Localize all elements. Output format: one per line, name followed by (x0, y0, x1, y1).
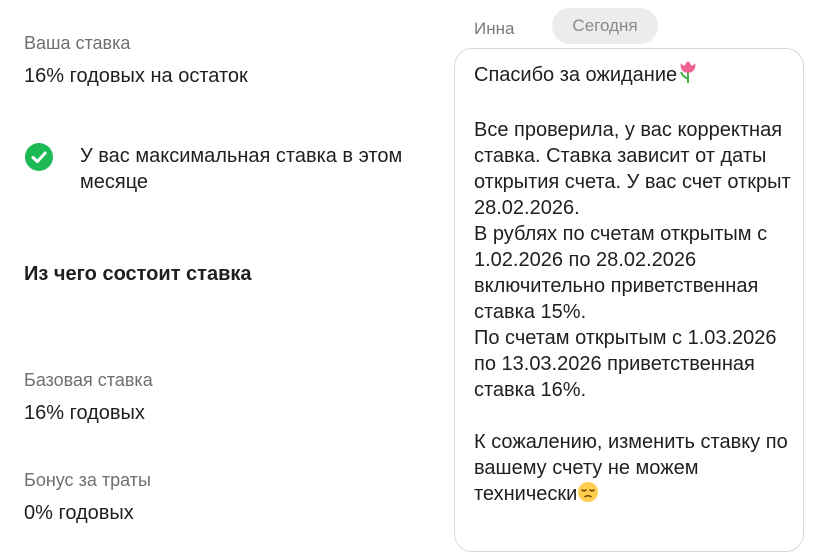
message-closing: К сожалению, изменить ставку по вашему с… (474, 431, 788, 505)
your-rate-label: Ваша ставка (24, 33, 131, 53)
check-circle-icon (25, 143, 53, 171)
rate-composition-title: Из чего состоит ставка (24, 263, 252, 285)
max-rate-note: У вас максимальная ставка в этом месяце (80, 145, 403, 193)
sender-name: Инна (474, 19, 515, 38)
rate-panel: Ваша ставка 16% годовых на остаток У вас… (0, 0, 450, 560)
message-greeting: Спасибо за ожидание (474, 64, 678, 86)
message-body: Все проверила, у вас корректная ставка. … (474, 119, 791, 401)
tulip-icon (677, 60, 699, 91)
date-chip: Сегодня (552, 8, 658, 44)
message-text[interactable]: Спасибо за ожидание Все проверила, у вас… (474, 60, 792, 510)
pensive-face-icon (577, 481, 599, 510)
base-rate-label: Базовая ставка (24, 370, 153, 390)
base-rate-value: 16% годовых (24, 402, 145, 424)
bonus-label: Бонус за траты (24, 470, 151, 490)
bonus-value: 0% годовых (24, 502, 134, 524)
your-rate-value: 16% годовых на остаток (24, 65, 248, 87)
